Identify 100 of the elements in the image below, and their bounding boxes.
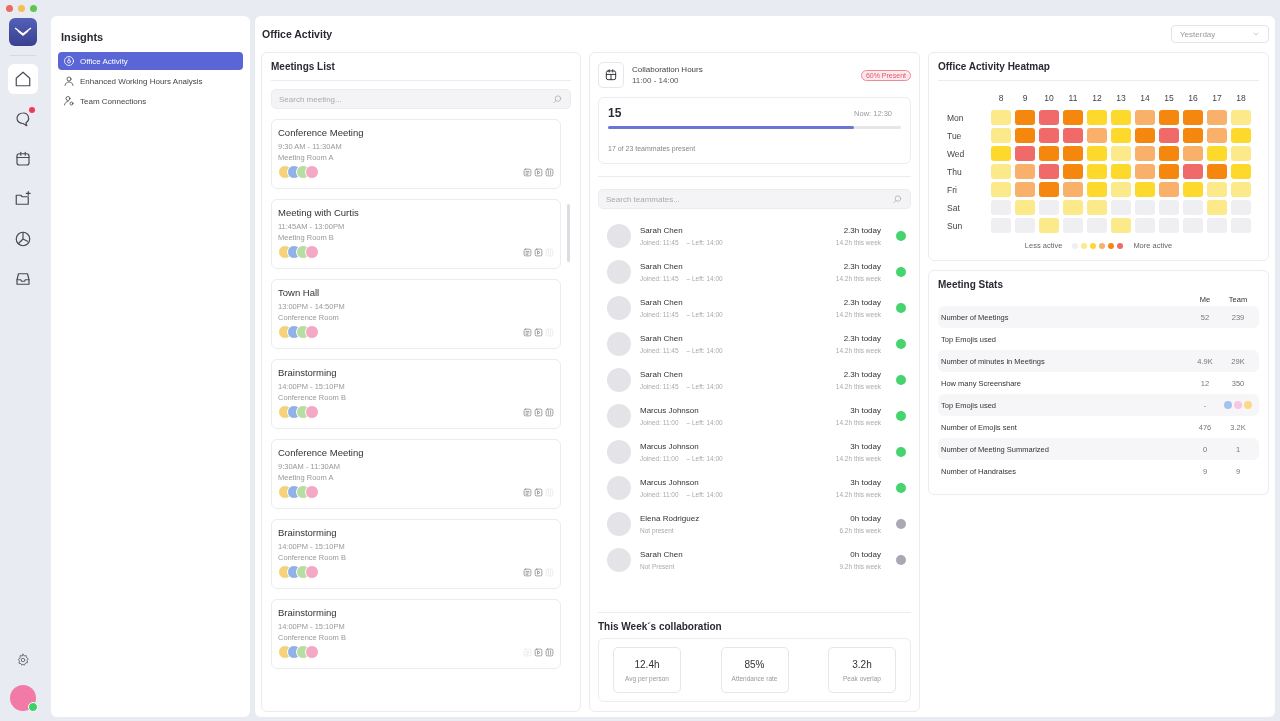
calendar-icon	[604, 68, 618, 82]
person-icon	[63, 75, 75, 87]
list-icon[interactable]	[545, 167, 554, 177]
meeting-title: Conference Meeting	[278, 127, 365, 138]
sidebar-title: Insights	[61, 31, 105, 43]
teammate-avatar	[607, 476, 631, 500]
teammate-name: Sarah Chen	[640, 298, 684, 307]
play-icon[interactable]	[534, 567, 543, 577]
hour-label: 14	[1139, 93, 1151, 103]
hour-label: 15	[1163, 93, 1175, 103]
collaboration-title: Collaboration Hours	[632, 65, 703, 74]
teammate-avatar	[607, 224, 631, 248]
sidebar-item[interactable]: Enhanced Working Hours Analysis	[58, 72, 243, 90]
play-icon[interactable]	[534, 247, 543, 257]
play-icon[interactable]	[534, 487, 543, 497]
hours-today: 2.3h today	[842, 370, 881, 379]
search-icon	[892, 193, 903, 205]
day-label: Sun	[947, 220, 964, 231]
hour-label: 18	[1235, 93, 1247, 103]
hours-today: 2.3h today	[842, 334, 881, 343]
teammate-name: Marcus Johnson	[640, 406, 700, 415]
teammate-avatar	[607, 512, 631, 536]
team-icon	[63, 95, 75, 107]
day-label: Fri	[947, 184, 958, 195]
hour-label: 11	[1067, 93, 1079, 103]
minimize-window-button[interactable]	[18, 4, 25, 12]
present-count: 15	[608, 106, 622, 120]
hour-label: 9	[1021, 93, 1029, 103]
participant-avatar	[305, 245, 319, 259]
zoom-window-button[interactable]	[30, 4, 37, 12]
teammate-avatar	[607, 548, 631, 572]
meeting-title: Brainstorming	[278, 527, 338, 538]
close-window-button[interactable]	[6, 4, 13, 12]
list-icon[interactable]	[545, 407, 554, 417]
meeting-title: Town Hall	[278, 287, 321, 298]
app-logo[interactable]	[9, 18, 37, 46]
teammate-name: Sarah Chen	[640, 334, 684, 343]
teammate-name: Sarah Chen	[640, 226, 684, 235]
teammate-avatar	[607, 440, 631, 464]
day-label: Mon	[947, 112, 965, 123]
teammate-avatar	[607, 404, 631, 428]
hours-today: 0h today	[849, 550, 881, 559]
play-icon[interactable]	[534, 647, 543, 657]
hours-today: 0h today	[849, 514, 881, 523]
hours-today: 3h today	[849, 442, 881, 451]
hours-today: 3h today	[849, 406, 881, 415]
user-avatar[interactable]	[10, 685, 36, 711]
target-icon	[63, 55, 75, 67]
play-icon[interactable]	[534, 327, 543, 337]
nav-button[interactable]	[8, 64, 38, 94]
participant-avatar	[305, 645, 319, 659]
hours-today: 3h today	[849, 478, 881, 487]
scrollbar-thumb[interactable]	[567, 204, 570, 262]
teammate-avatar	[607, 296, 631, 320]
hour-label: 12	[1091, 93, 1103, 103]
teammate-avatar	[607, 368, 631, 392]
chevron-down-icon	[1252, 30, 1260, 38]
sidebar-item[interactable]: Office Activity	[58, 52, 243, 70]
hours-today: 2.3h today	[842, 298, 881, 307]
chat-icon[interactable]	[14, 110, 32, 128]
participant-avatar	[305, 405, 319, 419]
panel-title: Meetings List	[271, 61, 336, 72]
panel-title: Office Activity Heatmap	[938, 61, 1051, 72]
meeting-title: Meeting with Curtis	[278, 207, 360, 218]
teammate-name: Elena Rodriguez	[640, 514, 700, 523]
notes-icon[interactable]	[523, 567, 532, 577]
sidebar-item[interactable]: Team Connections	[58, 92, 243, 110]
collaboration-hours: 11:00 - 14:00	[632, 76, 680, 85]
hours-today: 2.3h today	[842, 226, 881, 235]
section-title: This Week´s collaboration	[598, 621, 723, 632]
participant-avatar	[305, 485, 319, 499]
inbox-icon[interactable]	[14, 270, 32, 288]
folder-plus-icon[interactable]	[14, 190, 32, 208]
pie-chart-icon[interactable]	[14, 230, 32, 248]
search-icon	[552, 93, 563, 105]
participant-avatar	[305, 565, 319, 579]
notes-icon[interactable]	[523, 167, 532, 177]
participant-avatar	[305, 325, 319, 339]
notes-icon[interactable]	[523, 407, 532, 417]
list-icon[interactable]	[545, 647, 554, 657]
teammate-name: Sarah Chen	[640, 550, 683, 559]
notes-icon[interactable]	[523, 327, 532, 337]
play-icon[interactable]	[534, 167, 543, 177]
day-label: Wed	[947, 148, 966, 159]
home-icon[interactable]	[14, 70, 32, 88]
day-label: Tue	[947, 130, 963, 141]
notes-icon[interactable]	[523, 247, 532, 257]
play-icon[interactable]	[534, 407, 543, 417]
meeting-title: Brainstorming	[278, 607, 338, 618]
teammate-name: Marcus Johnson	[640, 442, 700, 451]
hour-label: 16	[1187, 93, 1199, 103]
day-label: Thu	[947, 166, 963, 177]
page-title: Office Activity	[262, 28, 333, 40]
settings-icon[interactable]	[16, 653, 30, 667]
hour-label: 13	[1115, 93, 1127, 103]
hours-today: 2.3h today	[842, 262, 881, 271]
teammate-name: Sarah Chen	[640, 262, 684, 271]
calendar-icon[interactable]	[14, 150, 32, 168]
teammate-avatar	[607, 260, 631, 284]
notes-icon[interactable]	[523, 487, 532, 497]
